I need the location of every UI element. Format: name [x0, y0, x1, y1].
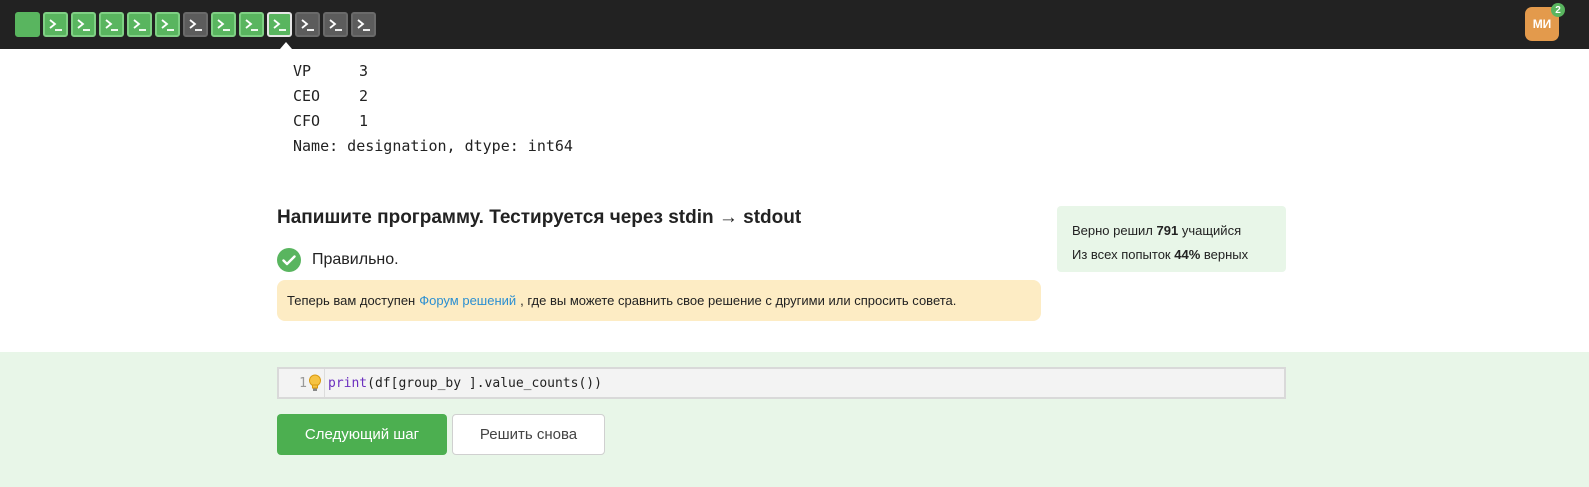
task-title: Напишите программу. Тестируется через st… — [277, 207, 802, 228]
step-10[interactable] — [267, 12, 292, 37]
output-value: 1 — [359, 112, 369, 130]
code-keyword: print — [328, 375, 368, 391]
terminal-icon — [301, 19, 314, 31]
step-9[interactable] — [239, 12, 264, 37]
stats-label: Из всех попыток — [1072, 247, 1171, 262]
notice-text-end: , где вы можете сравнить свое решение с … — [520, 293, 957, 308]
output-value: 3 — [359, 62, 369, 80]
output-value: 2 — [359, 87, 369, 105]
sample-output: VP 3 CEO 2 CFO 1 Name: designation, dtype: … — [293, 59, 573, 159]
step-2[interactable] — [43, 12, 68, 37]
output-row: CFO 1 — [293, 109, 573, 134]
solved-count-line: Верно решил 791 учащийся — [1072, 219, 1286, 243]
next-step-button[interactable]: Следующий шаг — [277, 414, 447, 455]
terminal-icon — [245, 19, 258, 31]
output-key: CEO — [293, 87, 321, 105]
code-text: (df[group_by ].value_counts()) — [367, 375, 602, 391]
output-key: VP — [293, 62, 312, 80]
code-editor[interactable]: 1 print(df[group_by ].value_counts()) — [277, 367, 1286, 399]
terminal-icon — [133, 19, 146, 31]
stats-label: учащийся — [1181, 223, 1242, 238]
forum-link[interactable]: Форум решений — [419, 293, 516, 308]
user-avatar[interactable]: МИ 2 — [1525, 3, 1565, 41]
step-7[interactable] — [183, 12, 208, 37]
terminal-icon — [217, 19, 230, 31]
terminal-icon — [357, 19, 370, 31]
step-navigation — [15, 12, 376, 37]
code-line[interactable]: print(df[group_by ].value_counts()) — [325, 376, 602, 391]
current-step-pointer — [280, 42, 292, 49]
terminal-icon — [273, 19, 286, 31]
solve-again-button[interactable]: Решить снова — [452, 414, 605, 455]
step-1[interactable] — [15, 12, 40, 37]
lightbulb-icon[interactable] — [308, 374, 322, 392]
terminal-icon — [77, 19, 90, 31]
terminal-icon — [329, 19, 342, 31]
step-3[interactable] — [71, 12, 96, 37]
stats-label: Верно решил — [1072, 223, 1153, 238]
terminal-icon — [161, 19, 174, 31]
terminal-icon — [105, 19, 118, 31]
step-13[interactable] — [351, 12, 376, 37]
step-12[interactable] — [323, 12, 348, 37]
verdict: Правильно. — [277, 248, 399, 272]
success-rate: 44% — [1174, 247, 1201, 262]
notice-text: Теперь вам доступен — [287, 293, 416, 308]
step-11[interactable] — [295, 12, 320, 37]
line-number: 1 — [299, 375, 307, 391]
step-8[interactable] — [211, 12, 236, 37]
notification-badge[interactable]: 2 — [1551, 3, 1565, 17]
verdict-text: Правильно. — [312, 251, 399, 268]
solved-count: 791 — [1156, 223, 1179, 238]
editor-gutter: 1 — [279, 369, 325, 397]
terminal-icon — [49, 19, 62, 31]
step-5[interactable] — [127, 12, 152, 37]
step-4[interactable] — [99, 12, 124, 37]
forum-notice: Теперь вам доступен Форум решений , где … — [277, 280, 1041, 321]
stats-label: верных — [1203, 247, 1249, 262]
output-key: CFO — [293, 112, 321, 130]
avatar-initials: МИ — [1532, 17, 1552, 31]
output-footer: Name: designation, dtype: int64 — [293, 137, 573, 155]
success-rate-line: Из всех попыток 44% верных — [1072, 243, 1286, 267]
terminal-icon — [189, 19, 202, 31]
check-circle-icon — [277, 248, 301, 272]
output-row: CEO 2 — [293, 84, 573, 109]
top-bar: МИ 2 — [0, 0, 1589, 49]
solve-stats: Верно решил 791 учащийся Из всех попыток… — [1057, 206, 1286, 272]
step-6[interactable] — [155, 12, 180, 37]
output-row: VP 3 — [293, 59, 573, 84]
